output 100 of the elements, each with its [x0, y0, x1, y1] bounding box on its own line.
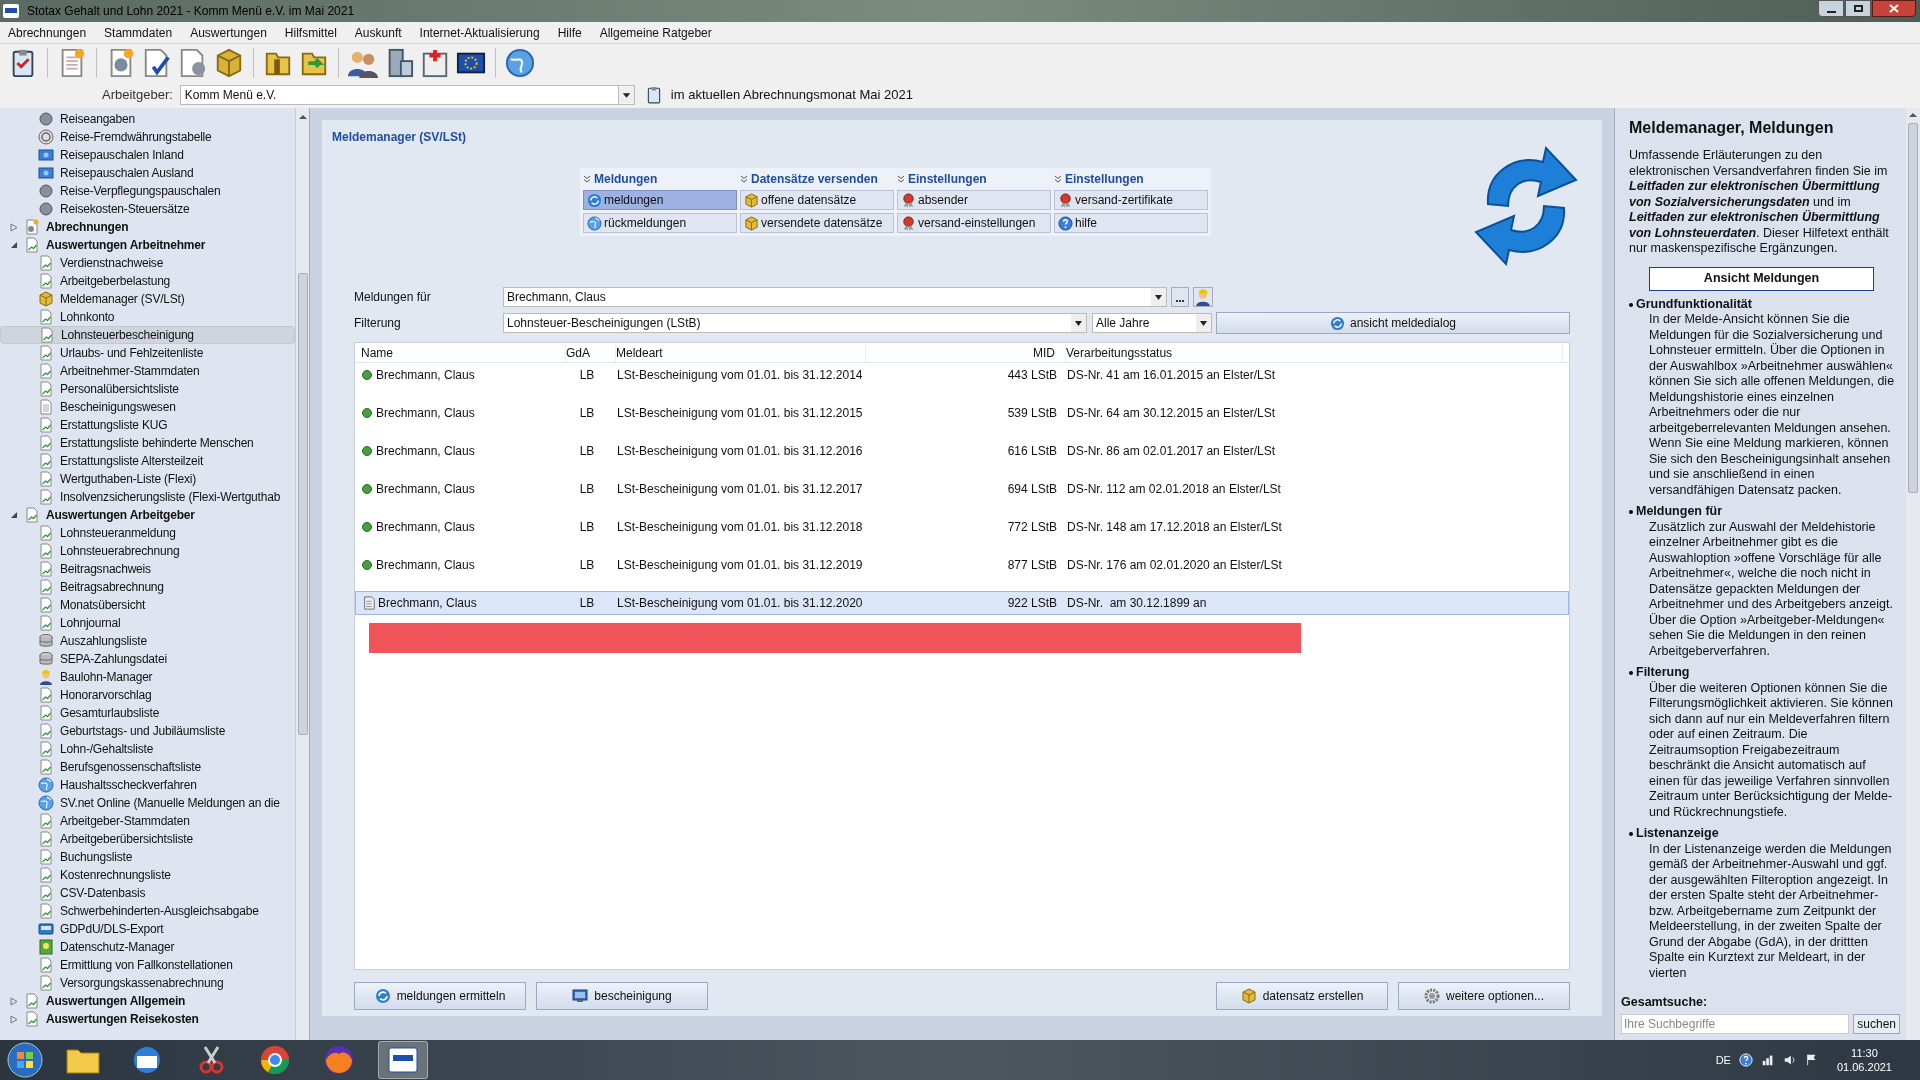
- action-button[interactable]: datensatz erstellen: [1216, 982, 1388, 1010]
- function-button[interactable]: offene datensätze: [740, 190, 894, 210]
- function-button[interactable]: versand-zertifikate: [1054, 190, 1208, 210]
- menu-item[interactable]: Hilfsmittel: [284, 23, 337, 42]
- tree-item[interactable]: Urlaubs- und Fehlzeitenliste: [0, 344, 295, 362]
- tree-item[interactable]: Arbeitgeber-Stammdaten: [0, 812, 295, 830]
- tree-item[interactable]: Beitragsnachweis: [0, 560, 295, 578]
- tree-item[interactable]: Bescheinigungswesen: [0, 398, 295, 416]
- search-button[interactable]: suchen: [1853, 1014, 1900, 1034]
- tree-group[interactable]: Abrechnungen: [24, 218, 129, 236]
- function-button[interactable]: rückmeldungen: [583, 213, 737, 233]
- tree-item[interactable]: Reise-Verpflegungspauschalen: [0, 182, 295, 200]
- employee-dropdown[interactable]: Brechmann, Claus: [503, 287, 1167, 307]
- period-note: im aktuellen Abrechnungsmonat Mai 2021: [670, 86, 913, 105]
- tree-item[interactable]: GDPdU/DLS-Export: [0, 920, 295, 938]
- function-button[interactable]: meldungen: [583, 190, 737, 210]
- clock-date[interactable]: 01.06.2021: [1836, 1060, 1892, 1074]
- tree-item[interactable]: Reiseangaben: [0, 110, 295, 128]
- clock-time[interactable]: 11:30: [1851, 1046, 1878, 1060]
- table-cell-text: 539 LStB: [1007, 405, 1057, 422]
- tree-item[interactable]: Lohnsteueranmeldung: [0, 524, 295, 542]
- table-row[interactable]: Brechmann, Claus LB LSt-Bescheinigung vom 01.01. bis 31.12.2017 694 LStB DS-Nr. 112 am 02.01.2018 an Elster/LSt: [355, 477, 1569, 501]
- tree-item[interactable]: Honorarvorschlag: [0, 686, 295, 704]
- tree-item[interactable]: Reisekosten-Steuersätze: [0, 200, 295, 218]
- action-button[interactable]: bescheinigung: [536, 982, 708, 1010]
- function-button[interactable]: versand-einstellungen: [897, 213, 1051, 233]
- column-header[interactable]: Name: [361, 343, 566, 362]
- view-reports-button[interactable]: Ansicht Meldungen: [1649, 266, 1874, 291]
- tree-item[interactable]: Arbeitgeberbelastung: [0, 272, 295, 290]
- action-button[interactable]: meldungen ermitteln: [354, 982, 526, 1010]
- tree-item[interactable]: Auszahlungsliste: [0, 632, 295, 650]
- panel-title: Meldemanager (SV/LSt): [332, 129, 467, 146]
- tree-group[interactable]: Auswertungen Arbeitnehmer: [24, 236, 206, 254]
- table-cell-text: 877 LStB: [1007, 557, 1057, 574]
- tree-item[interactable]: Reise-Fremdwährungstabelle: [0, 128, 295, 146]
- tree-item[interactable]: Meldemanager (SV/LSt): [0, 290, 295, 308]
- action-button[interactable]: weitere optionen...: [1398, 982, 1570, 1010]
- tree-item[interactable]: SEPA-Zahlungsdatei: [0, 650, 295, 668]
- tree-item[interactable]: Reisepauschalen Inland: [0, 146, 295, 164]
- tree-item[interactable]: Lohn-/Gehaltsliste: [0, 740, 295, 758]
- tree-item[interactable]: Gesamturlaubsliste: [0, 704, 295, 722]
- tree-item[interactable]: Kostenrechnungsliste: [0, 866, 295, 884]
- tree-item[interactable]: Haushaltsscheckverfahren: [0, 776, 295, 794]
- tree-item[interactable]: Buchungsliste: [0, 848, 295, 866]
- column-header[interactable]: Verarbeitungsstatus: [1066, 343, 1563, 362]
- employer-dropdown[interactable]: Komm Menü e.V.: [179, 85, 635, 105]
- tree-item[interactable]: Reisepauschalen Ausland: [0, 164, 295, 182]
- column-header[interactable]: MID: [866, 343, 1066, 362]
- tree-item[interactable]: Erstattungsliste Altersteilzeit: [0, 452, 295, 470]
- table-row[interactable]: Brechmann, Claus LB LSt-Bescheinigung vom 01.01. bis 31.12.2015 539 LStB DS-Nr. 64 am 30.12.2015 an Elster/LSt: [355, 401, 1569, 425]
- table-row[interactable]: Brechmann, Claus LB LSt-Bescheinigung vom 01.01. bis 31.12.2020 922 LStB DS-Nr. am 30.12.1899 an: [355, 591, 1569, 615]
- column-header[interactable]: Meldeart: [616, 343, 866, 362]
- filter-dropdown[interactable]: Lohnsteuer-Bescheinigungen (LStB): [503, 313, 1087, 333]
- search-field[interactable]: Ihre Suchbegriffe: [1621, 1014, 1850, 1034]
- function-button[interactable]: versendete datensätze: [740, 213, 894, 233]
- menu-item[interactable]: Hilfe: [557, 23, 582, 42]
- tree-item[interactable]: Geburtstags- und Jubiläumsliste: [0, 722, 295, 740]
- table-row[interactable]: Brechmann, Claus LB LSt-Bescheinigung vom 01.01. bis 31.12.2019 877 LStB DS-Nr. 176 am 02.01.2020 an Elster/LSt: [355, 553, 1569, 577]
- tree-item[interactable]: Erstattungsliste behinderte Menschen: [0, 434, 295, 452]
- tree-item[interactable]: Insolvenzsicherungsliste (Flexi-Wertguthab: [0, 488, 295, 506]
- menu-item[interactable]: Stammdaten: [104, 23, 173, 42]
- tree-item[interactable]: Baulohn-Manager: [0, 668, 295, 686]
- tree-item[interactable]: Erstattungsliste KUG: [0, 416, 295, 434]
- tree-item[interactable]: Arbeitgeberübersichtsliste: [0, 830, 295, 848]
- view-dialog-button[interactable]: ansicht meldedialog: [1216, 312, 1570, 334]
- menu-item[interactable]: Allgemeine Ratgeber: [599, 23, 712, 42]
- tree-item[interactable]: Wertguthaben-Liste (Flexi): [0, 470, 295, 488]
- language-indicator[interactable]: DE: [1715, 1051, 1731, 1069]
- table-cell-text: LB: [579, 557, 596, 574]
- tree-item[interactable]: Versorgungskassenabrechnung: [0, 974, 295, 992]
- tree-item[interactable]: SV.net Online (Manuelle Meldungen an die: [0, 794, 295, 812]
- tree-item[interactable]: Lohnjournal: [0, 614, 295, 632]
- tree-item[interactable]: Berufsgenossenschaftsliste: [0, 758, 295, 776]
- tree-item[interactable]: Lohnsteuerbescheinigung: [0, 326, 295, 344]
- tree-group[interactable]: Auswertungen Reisekosten: [24, 1010, 199, 1028]
- menu-item[interactable]: Auswertungen: [190, 23, 267, 42]
- tree-item[interactable]: Verdienstnachweise: [0, 254, 295, 272]
- menu-item[interactable]: Abrechnungen: [8, 23, 87, 42]
- tree-item[interactable]: Personalübersichtsliste: [0, 380, 295, 398]
- function-button[interactable]: absender: [897, 190, 1051, 210]
- period-dropdown[interactable]: Alle Jahre: [1092, 313, 1212, 333]
- table-row[interactable]: Brechmann, Claus LB LSt-Bescheinigung vom 01.01. bis 31.12.2018 772 LStB DS-Nr. 148 am 17.12.2018 an Elster/LSt: [355, 515, 1569, 539]
- tree-item[interactable]: Arbeitnehmer-Stammdaten: [0, 362, 295, 380]
- menu-item[interactable]: Internet-Aktualisierung: [419, 23, 540, 42]
- column-header[interactable]: GdA: [566, 343, 616, 362]
- tree-item[interactable]: CSV-Datenbasis: [0, 884, 295, 902]
- function-button[interactable]: hilfe: [1054, 213, 1208, 233]
- tree-item[interactable]: Beitragsabrechnung: [0, 578, 295, 596]
- table-row[interactable]: Brechmann, Claus LB LSt-Bescheinigung vom 01.01. bis 31.12.2016 616 LStB DS-Nr. 86 am 02.01.2017 an Elster/LSt: [355, 439, 1569, 463]
- tree-item[interactable]: Lohnkonto: [0, 308, 295, 326]
- tree-group[interactable]: Auswertungen Arbeitgeber: [24, 506, 195, 524]
- tree-group[interactable]: Auswertungen Allgemein: [24, 992, 186, 1010]
- tree-item[interactable]: Lohnsteuerabrechnung: [0, 542, 295, 560]
- tree-item[interactable]: Ermittlung von Fallkonstellationen: [0, 956, 295, 974]
- table-row[interactable]: Brechmann, Claus LB LSt-Bescheinigung vom 01.01. bis 31.12.2014 443 LStB DS-Nr. 41 am 16.01.2015 an Elster/LSt: [355, 363, 1569, 387]
- table-cell-text: LB: [579, 595, 596, 612]
- tree-item[interactable]: Schwerbehinderten-Ausgleichsabgabe: [0, 902, 295, 920]
- tree-item[interactable]: Datenschutz-Manager: [0, 938, 295, 956]
- menu-item[interactable]: Auskunft: [354, 23, 402, 42]
- tree-item[interactable]: Monatsübersicht: [0, 596, 295, 614]
